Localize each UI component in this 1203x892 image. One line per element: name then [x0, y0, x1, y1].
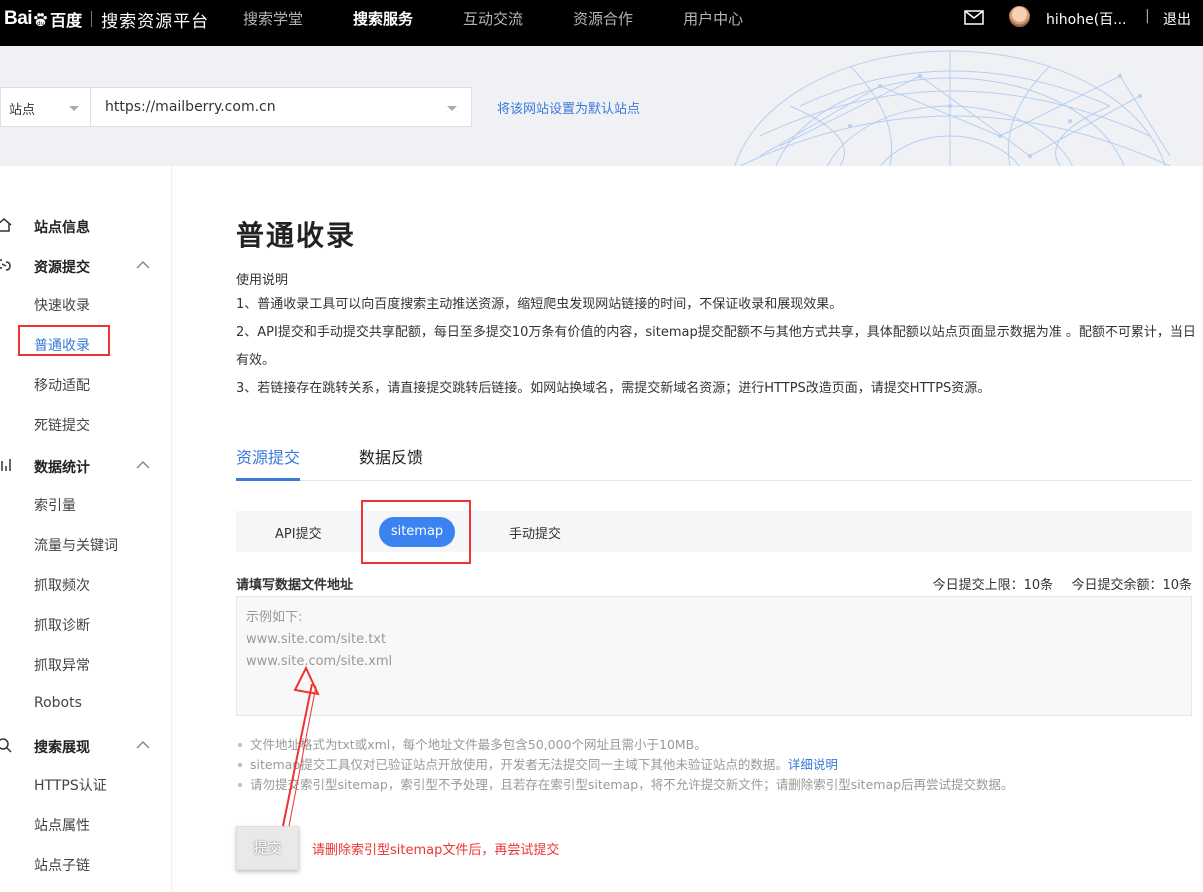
placeholder-line: www.site.com/site.txt: [246, 632, 387, 647]
sidebar-item-robots[interactable]: Robots: [34, 695, 82, 711]
logout-link[interactable]: 退出: [1163, 9, 1191, 29]
annotation-highlight-box: [361, 500, 471, 564]
usage-title: 使用说明: [236, 273, 289, 288]
tip-item: 请勿提交索引型sitemap，索引型不予处理，且若存在索引型sitemap，将不…: [236, 775, 1196, 795]
site-url-select[interactable]: https://mailberry.com.cn: [90, 87, 472, 127]
set-default-site-link[interactable]: 将该网站设置为默认站点: [497, 98, 640, 117]
tip-text: 文件地址格式为txt或xml，每个地址文件最多包含50,000个网址且需小于10…: [250, 737, 707, 752]
page-title: 普通收录: [236, 219, 357, 252]
tip-item: sitemap提交工具仅对已验证站点开放使用，开发者无法提交同一主域下其他未验证…: [236, 755, 1196, 775]
nav-item-cooperation[interactable]: 资源合作: [573, 0, 633, 40]
subtab-api[interactable]: API提交: [275, 523, 322, 542]
mail-icon[interactable]: [964, 10, 984, 25]
tab-data-feedback[interactable]: 数据反馈: [359, 444, 423, 468]
chevron-up-icon: [136, 741, 150, 749]
sidebar-group-label: 站点信息: [34, 220, 90, 236]
chevron-down-icon: [447, 106, 457, 111]
usage-line: 3、若链接存在跳转关系，请直接提交跳转后链接。如网站换域名，需提交新域名资源；进…: [236, 381, 991, 396]
nav-item-school[interactable]: 搜索学堂: [243, 0, 303, 40]
site-type-label: 站点: [9, 103, 36, 118]
subtab-manual[interactable]: 手动提交: [509, 523, 561, 542]
tips-list: 文件地址格式为txt或xml，每个地址文件最多包含50,000个网址且需小于10…: [236, 735, 1196, 795]
nav-item-search-service[interactable]: 搜索服务: [353, 0, 413, 40]
sidebar-item-index-volume[interactable]: 索引量: [34, 495, 76, 515]
nav-item-community[interactable]: 互动交流: [463, 0, 523, 40]
site-selector-bar: 站点 https://mailberry.com.cn 将该网站设置为默认站点: [0, 46, 1203, 166]
home-icon: [0, 218, 12, 232]
main-content: 普通收录 使用说明 1、普通收录工具可以向百度搜索主动推送资源，缩短爬虫发现网站…: [172, 166, 1203, 892]
sidebar-item-dead-link[interactable]: 死链提交: [34, 415, 90, 435]
user-name[interactable]: hihohe(百...: [1046, 9, 1127, 29]
submit-button[interactable]: 提交: [236, 826, 299, 870]
sidebar-item-https[interactable]: HTTPS认证: [34, 775, 107, 795]
link-icon: [0, 259, 11, 271]
top-navigation-bar: Bai du 百度 搜索资源平台 搜索学堂 搜索服务 互动交流 资源合作 用户中…: [0, 0, 1203, 46]
field-label: 请填写数据文件地址: [236, 578, 354, 593]
annotation-note: 请删除索引型sitemap文件后，再尝试提交: [312, 843, 560, 858]
details-link[interactable]: 详细说明: [788, 757, 838, 772]
annotation-highlight-box: [18, 325, 110, 356]
tip-text: sitemap提交工具仅对已验证站点开放使用，开发者无法提交同一主域下其他未验证…: [250, 757, 788, 772]
sidebar-item-crawl-frequency[interactable]: 抓取频次: [34, 575, 90, 595]
svg-text:du: du: [37, 21, 45, 27]
sidebar-item-crawl-errors[interactable]: 抓取异常: [34, 655, 90, 675]
avatar[interactable]: [1009, 6, 1030, 27]
placeholder-line: 示例如下:: [246, 610, 303, 625]
placeholder-line: www.site.com/site.xml: [246, 654, 393, 669]
quota-limit: 今日提交上限：10条: [932, 578, 1054, 593]
sidebar-item-mobile-adapt[interactable]: 移动适配: [34, 375, 90, 395]
usage-line: 1、普通收录工具可以向百度搜索主动推送资源，缩短爬虫发现网站链接的时间，不保证收…: [236, 297, 843, 312]
sidebar-item-fast-index[interactable]: 快速收录: [34, 295, 90, 315]
globe-decoration-icon: [734, 50, 1171, 166]
usage-line: 2、API提交和手动提交共享配额，每日至多提交10万条有价值的内容，sitema…: [236, 325, 1196, 368]
chart-icon: [1, 459, 11, 471]
tab-resource-submit[interactable]: 资源提交: [236, 444, 300, 468]
chevron-up-icon: [136, 261, 150, 269]
logo-divider: [91, 11, 93, 27]
baidu-logo[interactable]: Bai du 百度 搜索资源平台: [4, 8, 210, 32]
chevron-down-icon: [69, 106, 79, 111]
logo-chinese-text: 百度: [50, 11, 83, 30]
main-nav: 搜索学堂 搜索服务 互动交流 资源合作 用户中心: [243, 0, 793, 40]
sidebar-group-label: 资源提交: [34, 260, 90, 276]
header-divider: |: [1145, 8, 1150, 24]
sitemap-url-textarea[interactable]: 示例如下: www.site.com/site.txt www.site.com…: [236, 596, 1192, 716]
tip-text: 请勿提交索引型sitemap，索引型不予处理，且若存在索引型sitemap，将不…: [250, 777, 1014, 792]
site-url-value: https://mailberry.com.cn: [105, 99, 276, 115]
logo-mark: Bai: [4, 8, 33, 29]
sidebar-item-traffic-keywords[interactable]: 流量与关键词: [34, 535, 118, 555]
sidebar-item-site-attributes[interactable]: 站点属性: [34, 815, 90, 835]
tip-item: 文件地址格式为txt或xml，每个地址文件最多包含50,000个网址且需小于10…: [236, 735, 1196, 755]
sidebar-group-label: 搜索展现: [34, 740, 90, 756]
quota-info: 今日提交上限：10条 今日提交余额：10条: [933, 574, 1192, 593]
search-icon: [0, 738, 12, 753]
sidebar-item-sitelinks[interactable]: 站点子链: [34, 855, 90, 875]
platform-name: 搜索资源平台: [101, 11, 210, 32]
sidebar-item-crawl-diagnosis[interactable]: 抓取诊断: [34, 615, 90, 635]
quota-remaining: 今日提交余额：10条: [1071, 578, 1192, 593]
sidebar: 站点信息 资源提交 快速收录 普通收录 移动适配 死链提交 数据统计 索引量 流…: [0, 166, 172, 892]
main-tabs: 资源提交 数据反馈: [236, 436, 1192, 481]
paw-icon: du: [34, 12, 47, 27]
nav-item-user-center[interactable]: 用户中心: [683, 0, 743, 40]
active-tab-indicator: [236, 478, 300, 481]
sidebar-group-label: 数据统计: [34, 460, 90, 476]
site-type-select[interactable]: 站点: [0, 87, 90, 127]
chevron-up-icon: [136, 461, 150, 469]
